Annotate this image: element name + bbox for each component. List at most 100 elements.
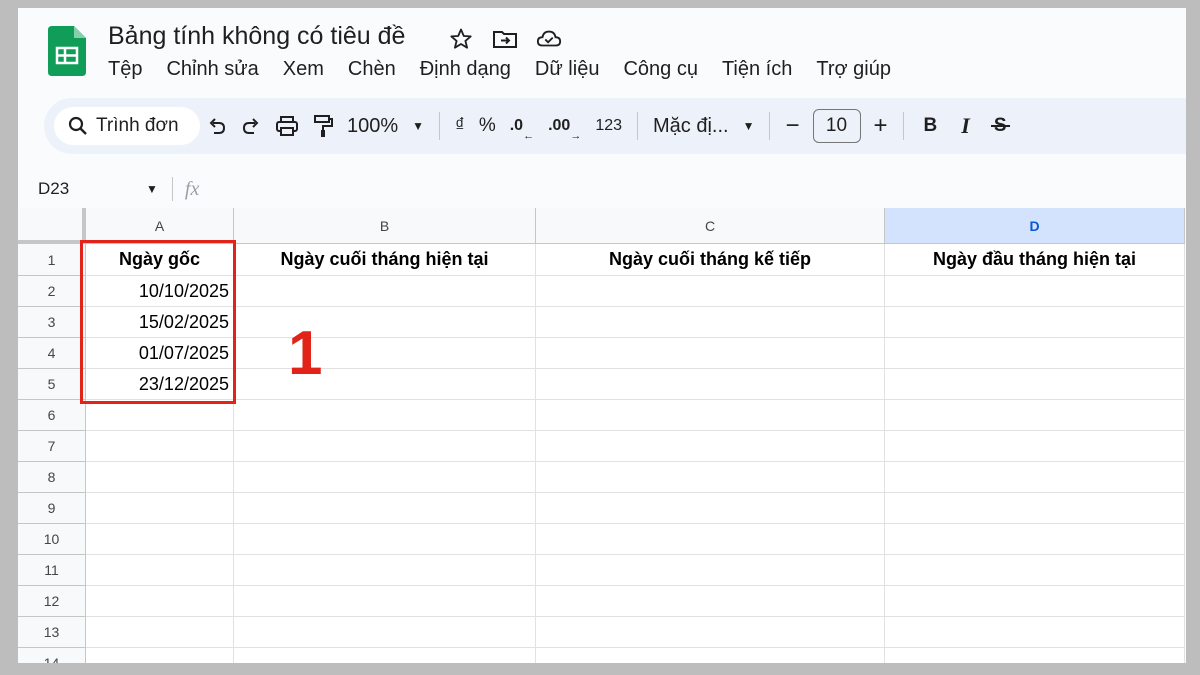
cell-d9[interactable] xyxy=(885,493,1185,524)
font-select[interactable]: Mặc đị... ▼ xyxy=(653,110,754,142)
name-box[interactable]: D23 xyxy=(18,179,146,199)
cell-b3[interactable] xyxy=(234,307,536,338)
percent-format-button[interactable]: % xyxy=(479,110,496,142)
cell-c4[interactable] xyxy=(536,338,885,369)
cell-b13[interactable] xyxy=(234,617,536,648)
cell-c8[interactable] xyxy=(536,462,885,493)
print-icon[interactable] xyxy=(275,110,299,142)
sheets-logo-icon[interactable] xyxy=(48,26,86,81)
cell-a14[interactable] xyxy=(86,648,234,663)
strikethrough-button[interactable]: S xyxy=(990,110,1010,142)
cell-b6[interactable] xyxy=(234,400,536,431)
menu-search-box[interactable]: Trình đơn xyxy=(54,107,200,145)
redo-icon[interactable] xyxy=(241,110,261,142)
cell-d2[interactable] xyxy=(885,276,1185,307)
cell-b1[interactable]: Ngày cuối tháng hiện tại xyxy=(234,244,536,276)
row-header-11[interactable]: 11 xyxy=(18,555,86,586)
cell-c6[interactable] xyxy=(536,400,885,431)
cell-c7[interactable] xyxy=(536,431,885,462)
menu-help[interactable]: Trợ giúp xyxy=(816,58,891,81)
row-header-3[interactable]: 3 xyxy=(18,307,86,338)
cell-b5[interactable] xyxy=(234,369,536,400)
row-header-12[interactable]: 12 xyxy=(18,586,86,617)
cell-b10[interactable] xyxy=(234,524,536,555)
italic-button[interactable]: I xyxy=(961,110,970,142)
column-header-b[interactable]: B xyxy=(234,208,536,244)
menu-data[interactable]: Dữ liệu xyxy=(535,58,600,81)
menu-view[interactable]: Xem xyxy=(283,58,324,81)
cell-c10[interactable] xyxy=(536,524,885,555)
cell-a13[interactable] xyxy=(86,617,234,648)
row-header-10[interactable]: 10 xyxy=(18,524,86,555)
cell-c9[interactable] xyxy=(536,493,885,524)
select-all-corner[interactable] xyxy=(18,208,86,244)
cell-d12[interactable] xyxy=(885,586,1185,617)
decrease-decimal-button[interactable]: .0 ← xyxy=(510,110,534,142)
cell-d1[interactable]: Ngày đầu tháng hiện tại xyxy=(885,244,1185,276)
font-size-decrease-button[interactable]: − xyxy=(785,110,799,142)
column-header-a[interactable]: A xyxy=(86,208,234,244)
row-header-14[interactable]: 14 xyxy=(18,648,86,663)
cell-c3[interactable] xyxy=(536,307,885,338)
cell-b7[interactable] xyxy=(234,431,536,462)
cell-c11[interactable] xyxy=(536,555,885,586)
cell-d11[interactable] xyxy=(885,555,1185,586)
column-header-d[interactable]: D xyxy=(885,208,1185,244)
row-header-8[interactable]: 8 xyxy=(18,462,86,493)
font-size-increase-button[interactable]: + xyxy=(874,110,888,142)
menu-format[interactable]: Định dạng xyxy=(420,58,511,81)
column-header-c[interactable]: C xyxy=(536,208,885,244)
menu-edit[interactable]: Chỉnh sửa xyxy=(166,58,258,81)
cell-a10[interactable] xyxy=(86,524,234,555)
currency-format-button[interactable]: ₫ xyxy=(455,110,465,142)
cell-c14[interactable] xyxy=(536,648,885,663)
cell-c5[interactable] xyxy=(536,369,885,400)
cell-b12[interactable] xyxy=(234,586,536,617)
menu-file[interactable]: Tệp xyxy=(108,58,142,81)
row-header-9[interactable]: 9 xyxy=(18,493,86,524)
cell-c12[interactable] xyxy=(536,586,885,617)
zoom-select[interactable]: 100% ▼ xyxy=(347,110,424,142)
cell-c13[interactable] xyxy=(536,617,885,648)
row-header-4[interactable]: 4 xyxy=(18,338,86,369)
cell-d6[interactable] xyxy=(885,400,1185,431)
cell-d4[interactable] xyxy=(885,338,1185,369)
cell-d8[interactable] xyxy=(885,462,1185,493)
cell-d13[interactable] xyxy=(885,617,1185,648)
font-size-input[interactable]: 10 xyxy=(812,109,861,143)
cell-b14[interactable] xyxy=(234,648,536,663)
cell-a8[interactable] xyxy=(86,462,234,493)
bold-button[interactable]: B xyxy=(924,110,938,142)
row-header-7[interactable]: 7 xyxy=(18,431,86,462)
row-header-5[interactable]: 5 xyxy=(18,369,86,400)
cell-c2[interactable] xyxy=(536,276,885,307)
number-format-button[interactable]: 123 xyxy=(595,110,622,142)
cell-a11[interactable] xyxy=(86,555,234,586)
star-icon[interactable] xyxy=(448,26,474,52)
increase-decimal-button[interactable]: .00 → xyxy=(548,110,581,142)
cell-a9[interactable] xyxy=(86,493,234,524)
cell-a7[interactable] xyxy=(86,431,234,462)
row-header-13[interactable]: 13 xyxy=(18,617,86,648)
cell-b2[interactable] xyxy=(234,276,536,307)
paint-format-icon[interactable] xyxy=(313,110,333,142)
cloud-saved-icon[interactable] xyxy=(536,26,562,52)
cell-d14[interactable] xyxy=(885,648,1185,663)
document-title[interactable]: Bảng tính không có tiêu đề xyxy=(108,22,405,51)
undo-icon[interactable] xyxy=(207,110,227,142)
row-header-6[interactable]: 6 xyxy=(18,400,86,431)
cell-c1[interactable]: Ngày cuối tháng kế tiếp xyxy=(536,244,885,276)
cell-b4[interactable] xyxy=(234,338,536,369)
cell-d3[interactable] xyxy=(885,307,1185,338)
cell-d7[interactable] xyxy=(885,431,1185,462)
menu-tools[interactable]: Công cụ xyxy=(623,58,698,81)
row-header-1[interactable]: 1 xyxy=(18,244,86,276)
cell-d5[interactable] xyxy=(885,369,1185,400)
chevron-down-icon[interactable]: ▼ xyxy=(146,182,158,196)
cell-a12[interactable] xyxy=(86,586,234,617)
move-folder-icon[interactable] xyxy=(492,26,518,52)
cell-b11[interactable] xyxy=(234,555,536,586)
menu-insert[interactable]: Chèn xyxy=(348,58,396,81)
menu-extensions[interactable]: Tiện ích xyxy=(722,58,792,81)
cell-d10[interactable] xyxy=(885,524,1185,555)
